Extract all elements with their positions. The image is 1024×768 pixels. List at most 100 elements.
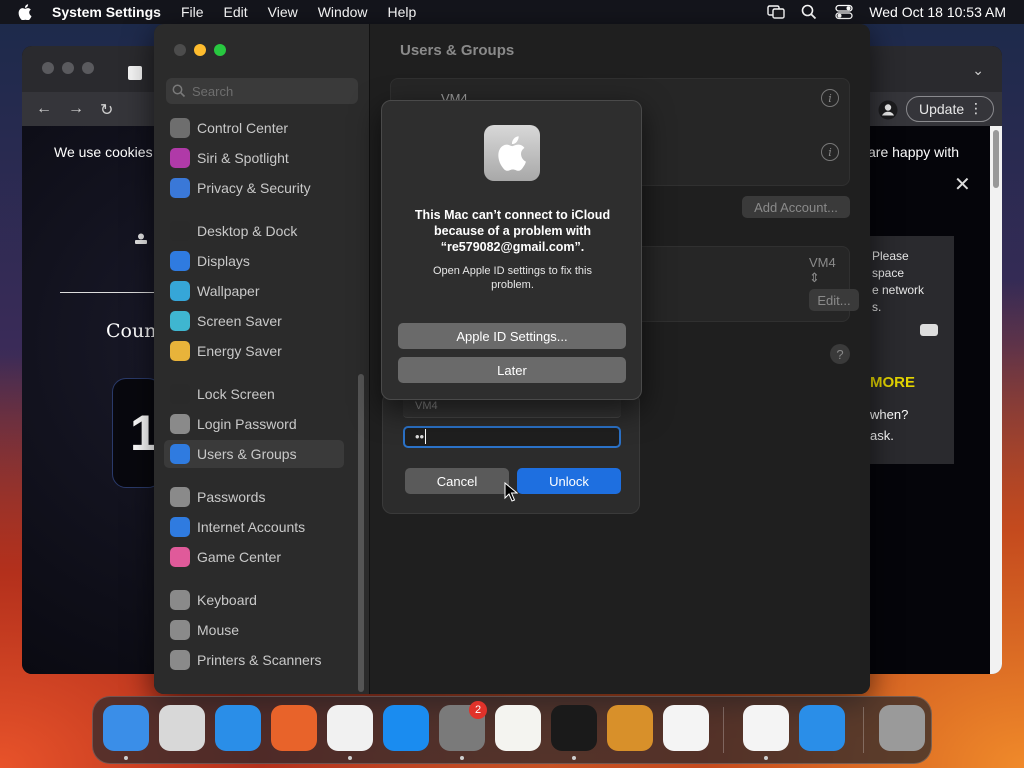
sidebar-item-control-center[interactable]: Control Center [164, 114, 344, 142]
sidebar-item-privacy-security[interactable]: Privacy & Security [164, 174, 344, 202]
sidebar-item-label: Wallpaper [197, 283, 260, 299]
cancel-button[interactable]: Cancel [405, 468, 509, 494]
apple-menu-icon[interactable] [18, 3, 34, 21]
forward-arrow-icon[interactable]: → [68, 100, 84, 120]
keyboard-icon [170, 590, 190, 610]
browser-zoom-button[interactable] [82, 62, 94, 74]
menu-window[interactable]: Window [318, 4, 368, 20]
later-button[interactable]: Later [398, 357, 626, 383]
running-indicator [572, 756, 576, 760]
youtube-play-icon[interactable] [920, 324, 938, 336]
firefox-icon[interactable] [271, 705, 317, 751]
window-controls[interactable] [174, 44, 226, 56]
weather-icon[interactable] [799, 705, 845, 751]
menu-file[interactable]: File [181, 4, 204, 20]
profile-avatar-icon[interactable] [878, 100, 898, 120]
menu-bar-clock[interactable]: Wed Oct 18 10:53 AM [869, 4, 1006, 20]
terminal-icon[interactable] [551, 705, 597, 751]
control-center-icon[interactable] [835, 4, 853, 20]
password-mask: •• [415, 429, 425, 444]
reload-icon[interactable]: ↻ [100, 100, 113, 120]
sidebar-item-keyboard[interactable]: Keyboard [164, 586, 344, 614]
siri-spotlight-icon [170, 148, 190, 168]
sidebar-item-label: Control Center [197, 120, 289, 136]
browser-window-controls[interactable] [42, 62, 94, 74]
page-scrollbar[interactable] [990, 126, 1002, 674]
icloud-alert-dialog: This Mac can’t connect to iCloud because… [381, 100, 642, 400]
sidebar-item-passwords[interactable]: Passwords [164, 483, 344, 511]
sidebar-item-label: Lock Screen [197, 386, 275, 402]
tab-favicon-icon[interactable] [128, 66, 142, 80]
add-account-button[interactable]: Add Account... [742, 196, 850, 218]
video-panel-line: Please [872, 249, 909, 263]
sidebar-item-energy-saver[interactable]: Energy Saver [164, 337, 344, 365]
auto-login-select[interactable]: VM4 ⇕ [809, 255, 849, 286]
back-arrow-icon[interactable]: ← [36, 100, 52, 120]
cookie-banner-text-right: are happy with [868, 144, 960, 160]
sidebar-item-desktop-dock[interactable]: Desktop & Dock [164, 217, 344, 245]
safari-icon[interactable] [215, 705, 261, 751]
browser-minimize-button[interactable] [62, 62, 74, 74]
browser-close-button[interactable] [42, 62, 54, 74]
sidebar-scrollbar[interactable] [358, 374, 364, 692]
sidebar-item-mouse[interactable]: Mouse [164, 616, 344, 644]
app-store-icon[interactable] [383, 705, 429, 751]
menu-edit[interactable]: Edit [224, 4, 248, 20]
sidebar-item-label: Printers & Scanners [197, 652, 322, 668]
sidebar-item-label: Displays [197, 253, 250, 269]
zoom-button[interactable] [214, 44, 226, 56]
sidebar-item-wallpaper[interactable]: Wallpaper [164, 277, 344, 305]
help-button[interactable]: ? [830, 344, 850, 364]
video-panel-line: e network [872, 283, 925, 297]
sidebar-item-label: Energy Saver [197, 343, 282, 359]
password-field[interactable]: •• [403, 426, 621, 448]
launchpad-icon[interactable] [159, 705, 205, 751]
users-groups-icon [170, 444, 190, 464]
menu-bar: System Settings File Edit View Window He… [0, 0, 1024, 24]
sidebar-item-users-groups[interactable]: Users & Groups [164, 440, 344, 468]
browser-update-button[interactable]: Update ⋮ [906, 96, 994, 122]
app-menu-name[interactable]: System Settings [52, 4, 161, 20]
sidebar-search-field[interactable]: Search [166, 78, 358, 104]
video-panel-text: Please space e network s. [872, 248, 924, 316]
more-options-icon[interactable]: ⋮ [969, 100, 983, 117]
chrome-icon[interactable] [327, 705, 373, 751]
finder-icon[interactable] [103, 705, 149, 751]
sidebar-item-internet-accounts[interactable]: Internet Accounts [164, 513, 344, 541]
sidebar-item-game-center[interactable]: Game Center [164, 543, 344, 571]
printers-scanners-icon [170, 650, 190, 670]
trash-icon[interactable] [879, 705, 925, 751]
tab-search-chevron-icon[interactable]: ⌄ [972, 62, 984, 79]
sidebar-item-siri-spotlight[interactable]: Siri & Spotlight [164, 144, 344, 172]
apple-id-settings-button[interactable]: Apple ID Settings... [398, 323, 626, 349]
spotlight-search-icon[interactable] [801, 4, 819, 20]
cookie-banner-text: We use cookies [54, 144, 153, 160]
screen-mirroring-icon[interactable] [767, 4, 785, 20]
vscode-icon[interactable] [663, 705, 709, 751]
dock-separator [863, 707, 864, 753]
sidebar-item-printers-scanners[interactable]: Printers & Scanners [164, 646, 344, 674]
guest-info-icon[interactable]: i [821, 143, 839, 161]
sidebar-item-login-password[interactable]: Login Password [164, 410, 344, 438]
sidebar-item-displays[interactable]: Displays [164, 247, 344, 275]
sidebar-item-screen-saver[interactable]: Screen Saver [164, 307, 344, 335]
sidebar-item-label: Game Center [197, 549, 282, 565]
menu-view[interactable]: View [268, 4, 298, 20]
visual-studio-icon[interactable] [743, 705, 789, 751]
textedit-icon[interactable] [495, 705, 541, 751]
edit-button[interactable]: Edit... [809, 289, 859, 311]
close-button[interactable] [174, 44, 186, 56]
garageband-icon[interactable] [607, 705, 653, 751]
updown-chevron-icon: ⇕ [809, 270, 820, 285]
unlock-button[interactable]: Unlock [517, 468, 621, 494]
sidebar-item-lock-screen[interactable]: Lock Screen [164, 380, 344, 408]
apple-logo-icon [484, 125, 540, 181]
scrollbar-thumb[interactable] [993, 130, 999, 188]
passwords-icon [170, 487, 190, 507]
user-info-icon[interactable]: i [821, 89, 839, 107]
user-glyph-icon [134, 232, 148, 244]
running-indicator [124, 756, 128, 760]
menu-help[interactable]: Help [388, 4, 417, 20]
minimize-button[interactable] [194, 44, 206, 56]
close-banner-icon[interactable]: ✕ [954, 172, 971, 197]
